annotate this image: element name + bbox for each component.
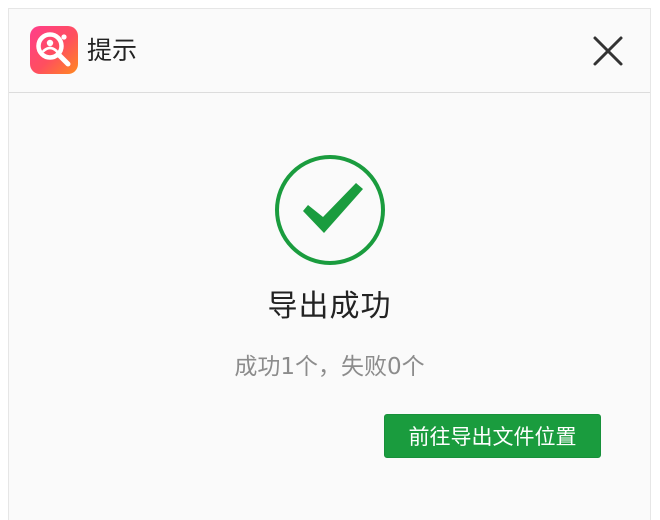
close-button[interactable] bbox=[580, 23, 636, 79]
export-result-dialog: 提示 导出成功 成功1个，失败0个 前往导出文件位置 bbox=[8, 8, 651, 520]
dialog-titlebar: 提示 bbox=[9, 9, 650, 93]
check-circle-icon bbox=[274, 154, 386, 266]
dialog-title: 提示 bbox=[87, 36, 138, 65]
close-icon[interactable] bbox=[592, 35, 624, 67]
export-success-heading: 导出成功 bbox=[267, 289, 392, 324]
app-logo-icon bbox=[30, 26, 78, 74]
open-export-location-button[interactable]: 前往导出文件位置 bbox=[384, 414, 601, 458]
export-summary-text: 成功1个，失败0个 bbox=[234, 354, 425, 380]
